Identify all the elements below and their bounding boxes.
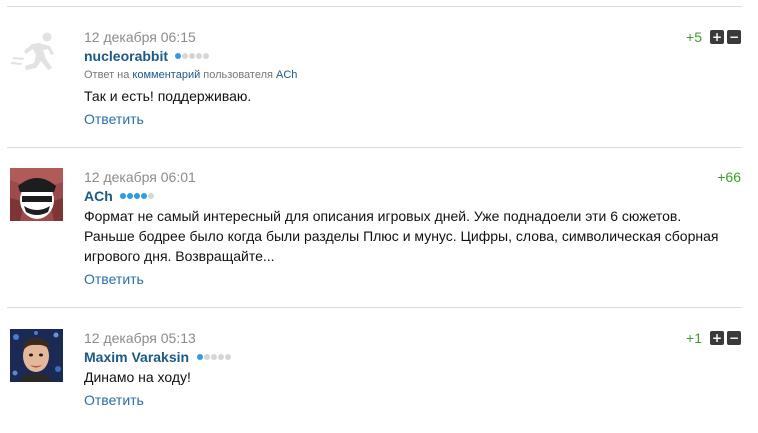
- author-name[interactable]: Maxim Varaksin: [84, 349, 189, 365]
- reputation-dot: [120, 192, 127, 199]
- comment-text: Так и есть! поддерживаю.: [84, 86, 734, 106]
- rating: +66: [717, 169, 741, 185]
- comment-text: Динамо на ходу!: [84, 367, 734, 387]
- vote-plus-button[interactable]: +: [710, 331, 724, 345]
- comment-item: 12 декабря 06:15 nucleorabbit Ответ на к…: [0, 28, 758, 132]
- vote-plus-button[interactable]: +: [710, 30, 724, 44]
- comment-date: 12 декабря 05:13: [84, 330, 196, 346]
- comment-item: 12 декабря 05:13 Maxim Varaksin Динамо н…: [0, 329, 758, 413]
- reputation-dot: [148, 192, 155, 199]
- reputation-dot: [182, 52, 189, 59]
- avatar[interactable]: [10, 28, 63, 81]
- reply-to-comment-link[interactable]: комментарий: [132, 69, 200, 81]
- author-line: ACh: [84, 187, 155, 205]
- score: +5: [686, 29, 702, 45]
- reputation-dot: [217, 353, 224, 360]
- top-divider: [7, 6, 742, 7]
- comment-item: 12 декабря 06:01 ACh Формат не самый инт…: [0, 168, 758, 292]
- reply-button[interactable]: Ответить: [84, 110, 144, 128]
- reply-to-middle: пользователя: [203, 69, 273, 81]
- comment-date: 12 декабря 06:15: [84, 29, 196, 45]
- avatar[interactable]: [10, 168, 63, 221]
- comment-text-line: Так и есть! поддерживаю.: [84, 88, 252, 104]
- reputation-dot: [134, 192, 141, 199]
- reply-to-user-link[interactable]: ACh: [276, 69, 297, 81]
- author-line: nucleorabbit: [84, 47, 210, 65]
- comment-text-line: Раньше бодрее было когда были разделы Пл…: [84, 228, 719, 244]
- reputation-indicator: [196, 347, 232, 365]
- vote-minus-button[interactable]: −: [727, 30, 741, 44]
- reputation-indicator: [120, 186, 155, 204]
- comment-divider: [7, 147, 742, 148]
- author-line: Maxim Varaksin: [84, 348, 232, 366]
- rating: +5 + −: [686, 29, 741, 45]
- author-name[interactable]: ACh: [84, 188, 113, 204]
- reputation-dot: [196, 52, 203, 59]
- reply-to-line: Ответ на комментарий пользователя ACh: [84, 68, 297, 82]
- reputation-dot: [210, 353, 217, 360]
- reputation-dot: [203, 353, 210, 360]
- reputation-dot: [196, 353, 203, 360]
- comment-text-line: Динамо на ходу!: [84, 369, 191, 385]
- reply-button[interactable]: Ответить: [84, 391, 144, 409]
- reputation-dot: [224, 353, 231, 360]
- author-name[interactable]: nucleorabbit: [84, 48, 168, 64]
- comment-text-line: игрового дня. Возвращайте...: [84, 248, 275, 264]
- reputation-dot: [203, 52, 210, 59]
- reputation-indicator: [175, 46, 210, 64]
- reply-button[interactable]: Ответить: [84, 270, 144, 288]
- comment-text-line: Формат не самый интересный для описания …: [84, 208, 682, 224]
- comment-text: Формат не самый интересный для описания …: [84, 206, 734, 266]
- avatar[interactable]: [10, 329, 63, 382]
- score: +66: [717, 169, 741, 185]
- comment-divider: [7, 307, 742, 308]
- reputation-dot: [189, 52, 196, 59]
- score: +1: [686, 330, 702, 346]
- masked-face-icon: [10, 168, 63, 221]
- vote-minus-button[interactable]: −: [727, 331, 741, 345]
- rating: +1 + −: [686, 330, 741, 346]
- reputation-dot: [127, 192, 134, 199]
- comment-date: 12 декабря 06:01: [84, 169, 196, 185]
- reputation-dot: [141, 192, 148, 199]
- person-photo-icon: [10, 329, 63, 382]
- runner-icon: [10, 28, 63, 81]
- reply-to-prefix: Ответ на: [84, 69, 130, 81]
- reputation-dot: [175, 52, 182, 59]
